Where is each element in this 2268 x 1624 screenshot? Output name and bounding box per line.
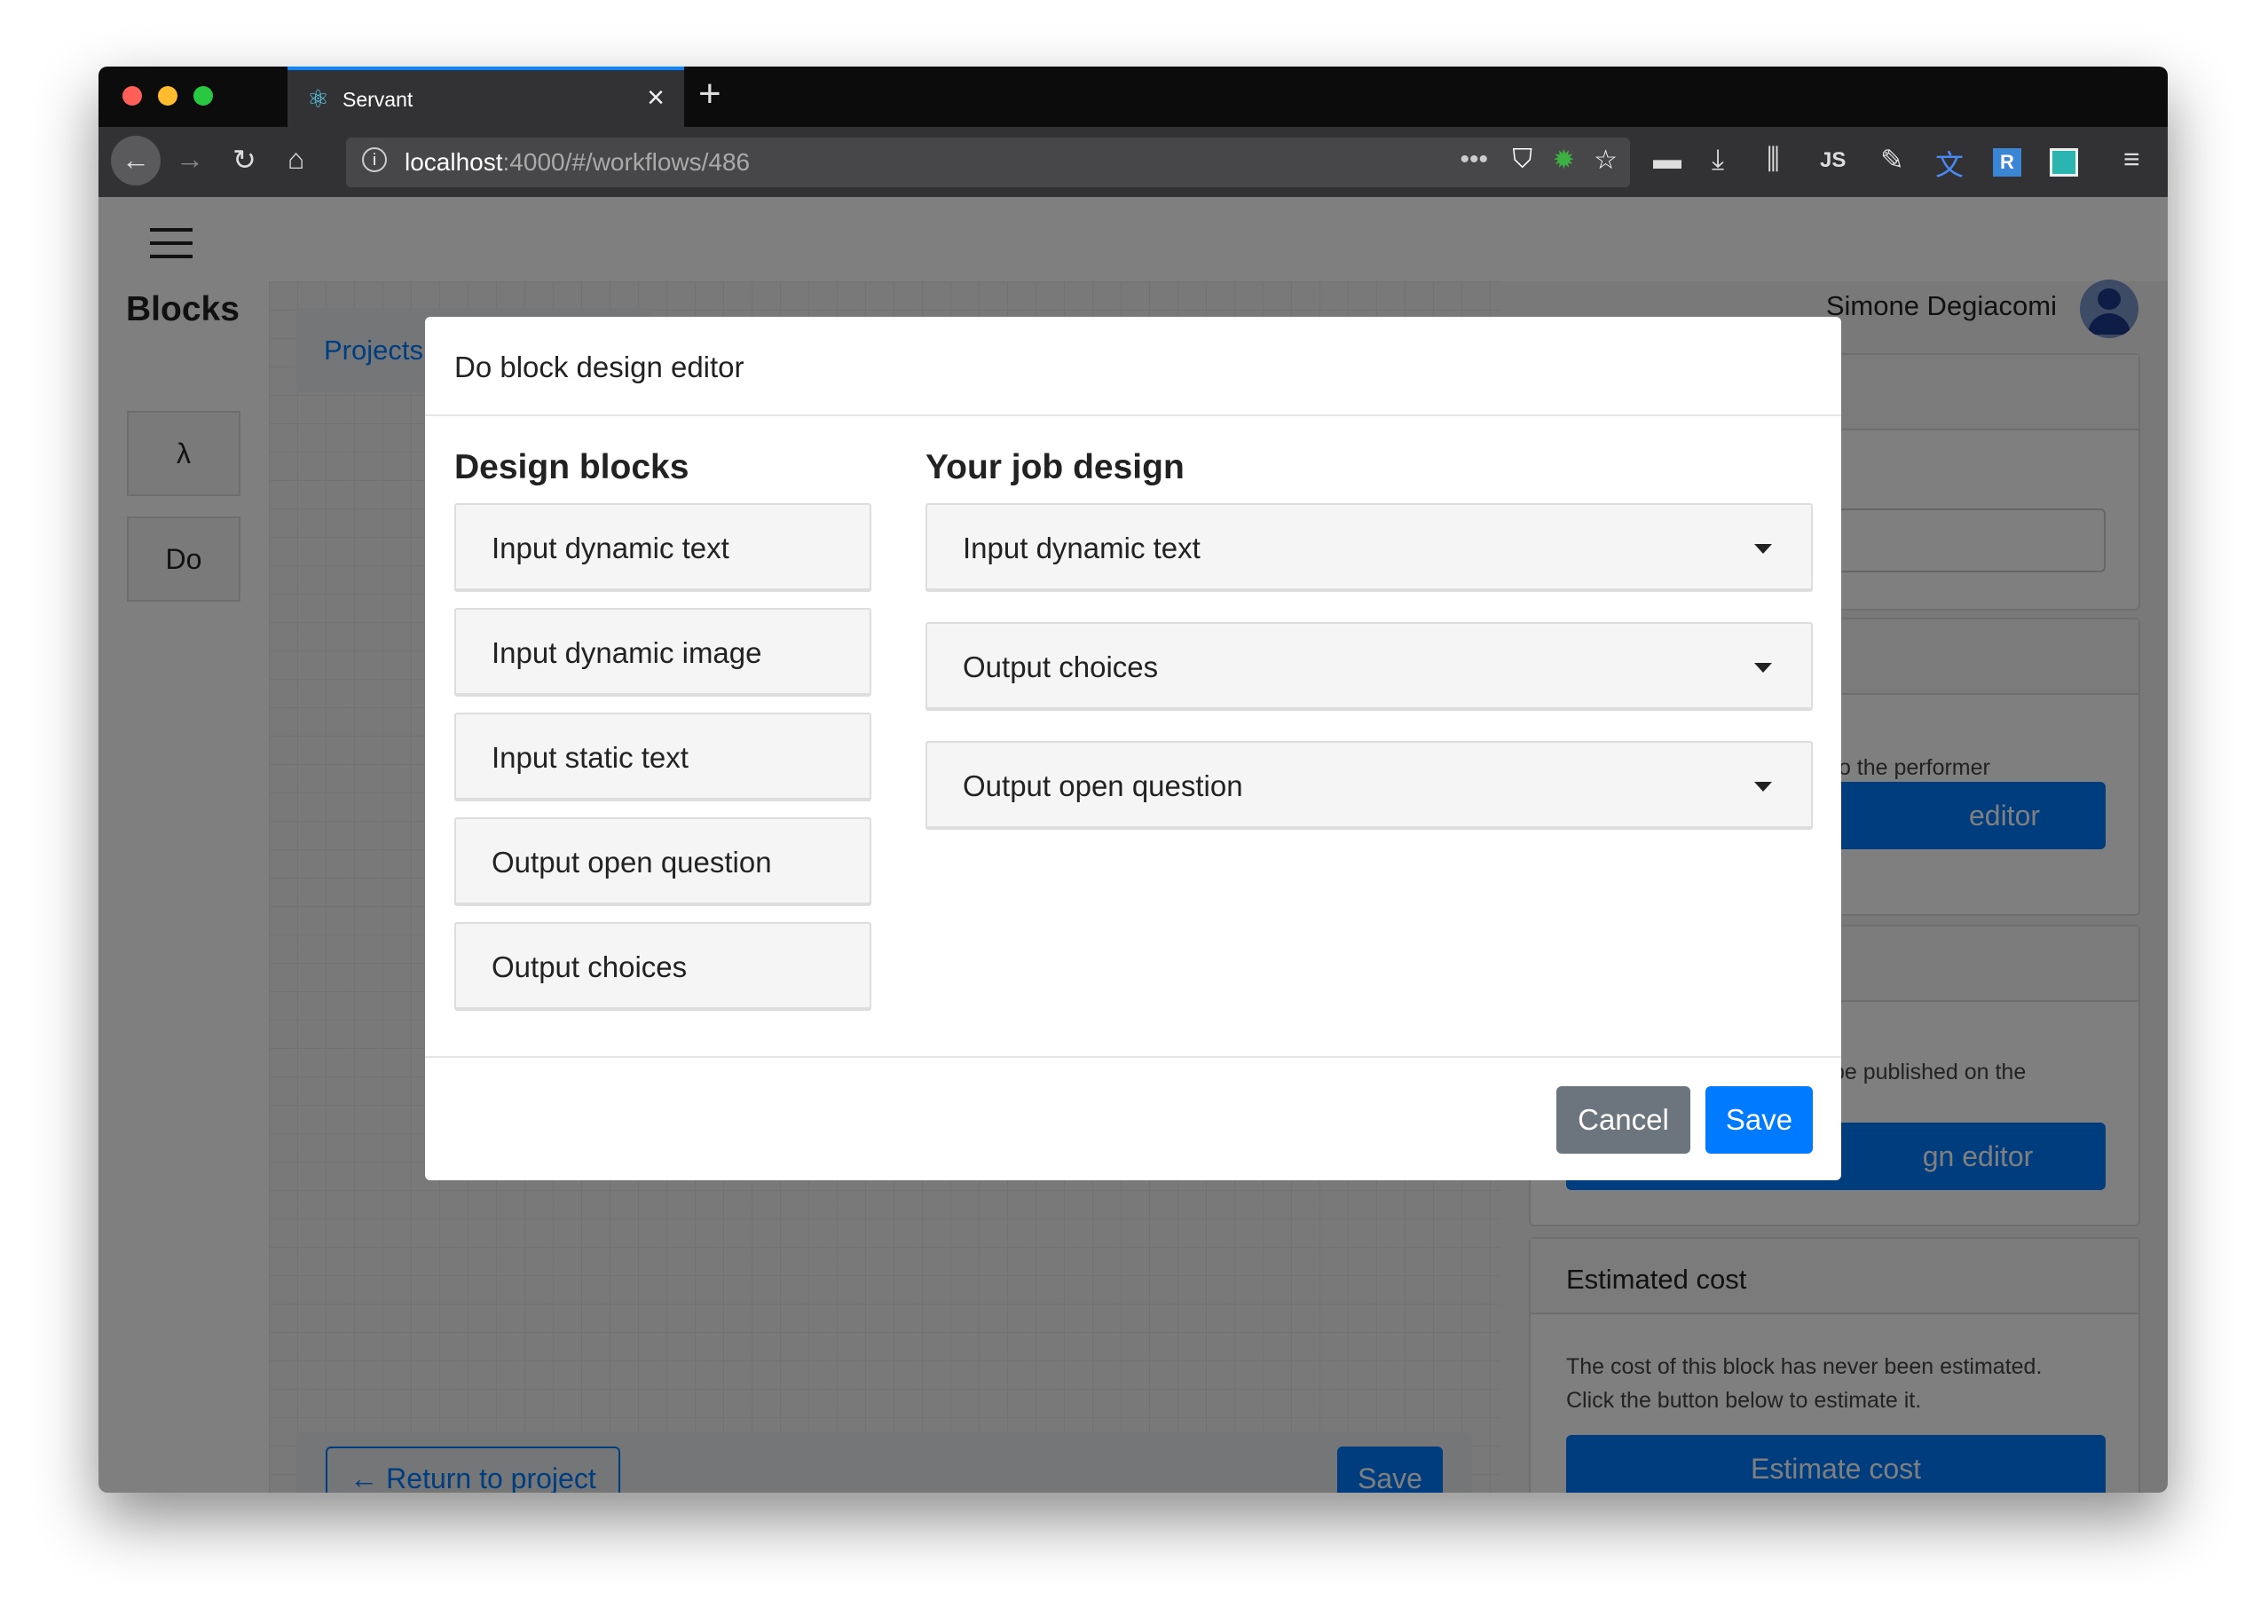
job-design-heading: Your job design — [925, 448, 1185, 486]
more-icon[interactable]: ••• — [1460, 145, 1488, 175]
minimize-window-button[interactable] — [158, 86, 177, 106]
screen-icon[interactable]: ▬ — [1653, 143, 1681, 176]
job-item-label: Output choices — [963, 650, 1159, 683]
design-editor-modal: Do block design editor Design blocks You… — [425, 317, 1841, 1180]
r-extension-icon[interactable]: R — [1993, 148, 2021, 177]
design-block-item[interactable]: Input dynamic image — [454, 608, 871, 697]
save-extension-icon[interactable] — [2050, 148, 2078, 177]
library-icon[interactable]: ⫼ — [1767, 143, 1780, 177]
design-block-item[interactable]: Output open question — [454, 817, 871, 906]
url-path: :4000/#/workflows/486 — [502, 148, 751, 176]
maximize-window-button[interactable] — [193, 86, 213, 106]
modal-title: Do block design editor — [425, 317, 1841, 416]
bookmark-star-icon[interactable]: ☆ — [1594, 145, 1618, 176]
bug-icon[interactable]: ✹ — [1553, 145, 1575, 176]
design-block-item[interactable]: Input static text — [454, 713, 871, 801]
tab-title: Servant — [343, 88, 413, 111]
url-host: localhost — [405, 148, 503, 176]
forward-icon[interactable]: → — [176, 143, 204, 176]
home-icon[interactable]: ⌂ — [287, 143, 304, 176]
js-icon[interactable]: JS — [1820, 148, 1846, 173]
caret-down-icon[interactable] — [1754, 663, 1772, 673]
browser-tab[interactable]: ⚛ Servant × — [287, 67, 684, 127]
close-window-button[interactable] — [122, 86, 142, 106]
job-design-item[interactable]: Output choices — [925, 622, 1813, 711]
close-tab-icon[interactable]: × — [647, 81, 665, 115]
design-blocks-heading: Design blocks — [454, 448, 689, 486]
translate-icon[interactable]: 文 — [1935, 143, 1964, 184]
browser-toolbar: ← → ↻ ⌂ i localhost:4000/#/workflows/486… — [98, 127, 2168, 197]
new-tab-icon[interactable]: + — [698, 72, 721, 116]
save-button[interactable]: Save — [1705, 1086, 1813, 1154]
app-page: Blocks λ Do Projects ← Return to project… — [98, 197, 2168, 1493]
job-item-label: Output open question — [963, 769, 1243, 802]
reload-icon[interactable]: ↻ — [232, 143, 256, 177]
job-design-item[interactable]: Input dynamic text — [925, 503, 1813, 592]
job-design-item[interactable]: Output open question — [925, 741, 1813, 830]
back-icon[interactable]: ← — [111, 136, 161, 185]
address-bar[interactable]: i localhost:4000/#/workflows/486 ••• ⛉ ✹… — [346, 138, 1630, 187]
pocket-icon[interactable]: ⛉ — [1513, 145, 1533, 175]
cancel-button[interactable]: Cancel — [1556, 1086, 1690, 1154]
design-block-item[interactable]: Input dynamic text — [454, 503, 871, 592]
design-block-item[interactable]: Output choices — [454, 922, 871, 1011]
react-icon: ⚛ — [307, 85, 330, 113]
modal-footer-divider — [425, 1056, 1841, 1058]
job-item-label: Input dynamic text — [963, 532, 1201, 564]
tab-bar: ⚛ Servant × + — [98, 67, 2168, 127]
pen-icon[interactable]: ✎ — [1880, 143, 1904, 177]
info-icon[interactable]: i — [362, 147, 387, 172]
download-icon[interactable]: ⤓ — [1712, 143, 1724, 177]
browser-window: ⚛ Servant × + ← → ↻ ⌂ i localhost:4000/#… — [98, 67, 2168, 1493]
caret-down-icon[interactable] — [1754, 782, 1772, 792]
caret-down-icon[interactable] — [1754, 544, 1772, 554]
menu-icon[interactable]: ≡ — [2123, 143, 2140, 176]
